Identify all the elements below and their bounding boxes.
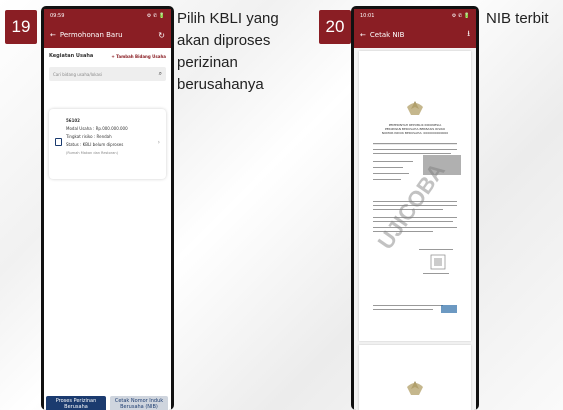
app-bar: ← Permohonan Baru ↻	[44, 22, 171, 48]
app-bar-title: Permohonan Baru	[59, 31, 123, 39]
status-bar: 09:59 ⚙ ✆ 🔋	[44, 9, 171, 22]
caption-19: Pilih KBLI yang akan diproses perizinan …	[177, 8, 279, 96]
refresh-icon[interactable]: ↻	[158, 31, 165, 40]
app-screen-19: 09:59 ⚙ ✆ 🔋 ← Permohonan Baru ↻ Kegiatan…	[44, 9, 171, 410]
app-bar-title: Cetak NIB	[369, 31, 405, 39]
proses-perizinan-button[interactable]: Proses Perizinan Berusaha	[46, 396, 106, 410]
status-time: 10:01	[360, 12, 375, 19]
kbli-card[interactable]: 56102 Modal Usaha : Rp.000.000.000 Tingk…	[49, 109, 166, 179]
add-business-link[interactable]: + Tambah Bidang Usaha	[111, 54, 166, 59]
status-icons: ⚙ ✆ 🔋	[451, 12, 470, 19]
caption-line: berusahanya	[177, 76, 264, 93]
cetak-nib-button[interactable]: Cetak Nomor Induk Berusaha (NIB)	[110, 396, 168, 410]
search-input[interactable]: Cari bidang usaha/lokasi	[53, 72, 102, 77]
status-kbli: Status : KBLI belum diproses	[66, 142, 124, 147]
document-body: UJICOBA	[373, 101, 461, 313]
nib-document-page-2	[359, 345, 471, 410]
phone-frame-20: 10:01 ⚙ ✆ 🔋 ← Cetak NIB ⭳ UJICOBA PEMERI…	[351, 6, 479, 410]
back-arrow-icon[interactable]: ←	[50, 31, 56, 39]
step-badge-20: 20	[319, 10, 351, 44]
search-bar[interactable]: Cari bidang usaha/lokasi ⌕	[49, 67, 166, 81]
caption-line: akan diproses	[177, 32, 271, 49]
status-icons: ⚙ ✆ 🔋	[146, 12, 165, 19]
caption-line: perizinan	[177, 54, 238, 71]
status-bar: 10:01 ⚙ ✆ 🔋	[354, 9, 476, 22]
caption-line: Pilih KBLI yang	[177, 10, 279, 27]
app-bar: ← Cetak NIB ⭳	[354, 22, 476, 48]
oss-logo-icon	[441, 305, 457, 313]
step-badge-19: 19	[5, 10, 37, 44]
search-icon[interactable]: ⌕	[159, 70, 162, 78]
chevron-right-icon: ›	[157, 139, 160, 146]
section-title: Kegiatan Usaha	[49, 53, 94, 59]
status-time: 09:59	[50, 12, 65, 19]
kbli-description: (Rumah Makan dan Restoran)	[66, 151, 118, 155]
kbli-code: 56102	[66, 118, 80, 123]
download-icon[interactable]: ⭳	[467, 28, 470, 42]
doc-title: NOMOR INDUK BERUSAHA: 0000000000000	[381, 131, 449, 135]
watermark-text: UJICOBA	[373, 158, 450, 254]
back-arrow-icon[interactable]: ←	[360, 31, 366, 39]
garuda-emblem-icon	[407, 381, 423, 395]
modal-usaha: Modal Usaha : Rp.000.000.000	[66, 126, 128, 131]
tingkat-risiko: Tingkat risiko : Rendah	[66, 134, 112, 139]
phone-frame-19: 09:59 ⚙ ✆ 🔋 ← Permohonan Baru ↻ Kegiatan…	[41, 6, 174, 410]
nib-document-page: UJICOBA PEMERINTAH REPUBLIK INDONESIA PE…	[359, 51, 471, 341]
app-screen-20: 10:01 ⚙ ✆ 🔋 ← Cetak NIB ⭳ UJICOBA PEMERI…	[354, 9, 476, 410]
checkbox[interactable]	[55, 138, 62, 146]
caption-20: NIB terbit	[486, 10, 549, 27]
garuda-emblem-icon	[407, 101, 423, 115]
